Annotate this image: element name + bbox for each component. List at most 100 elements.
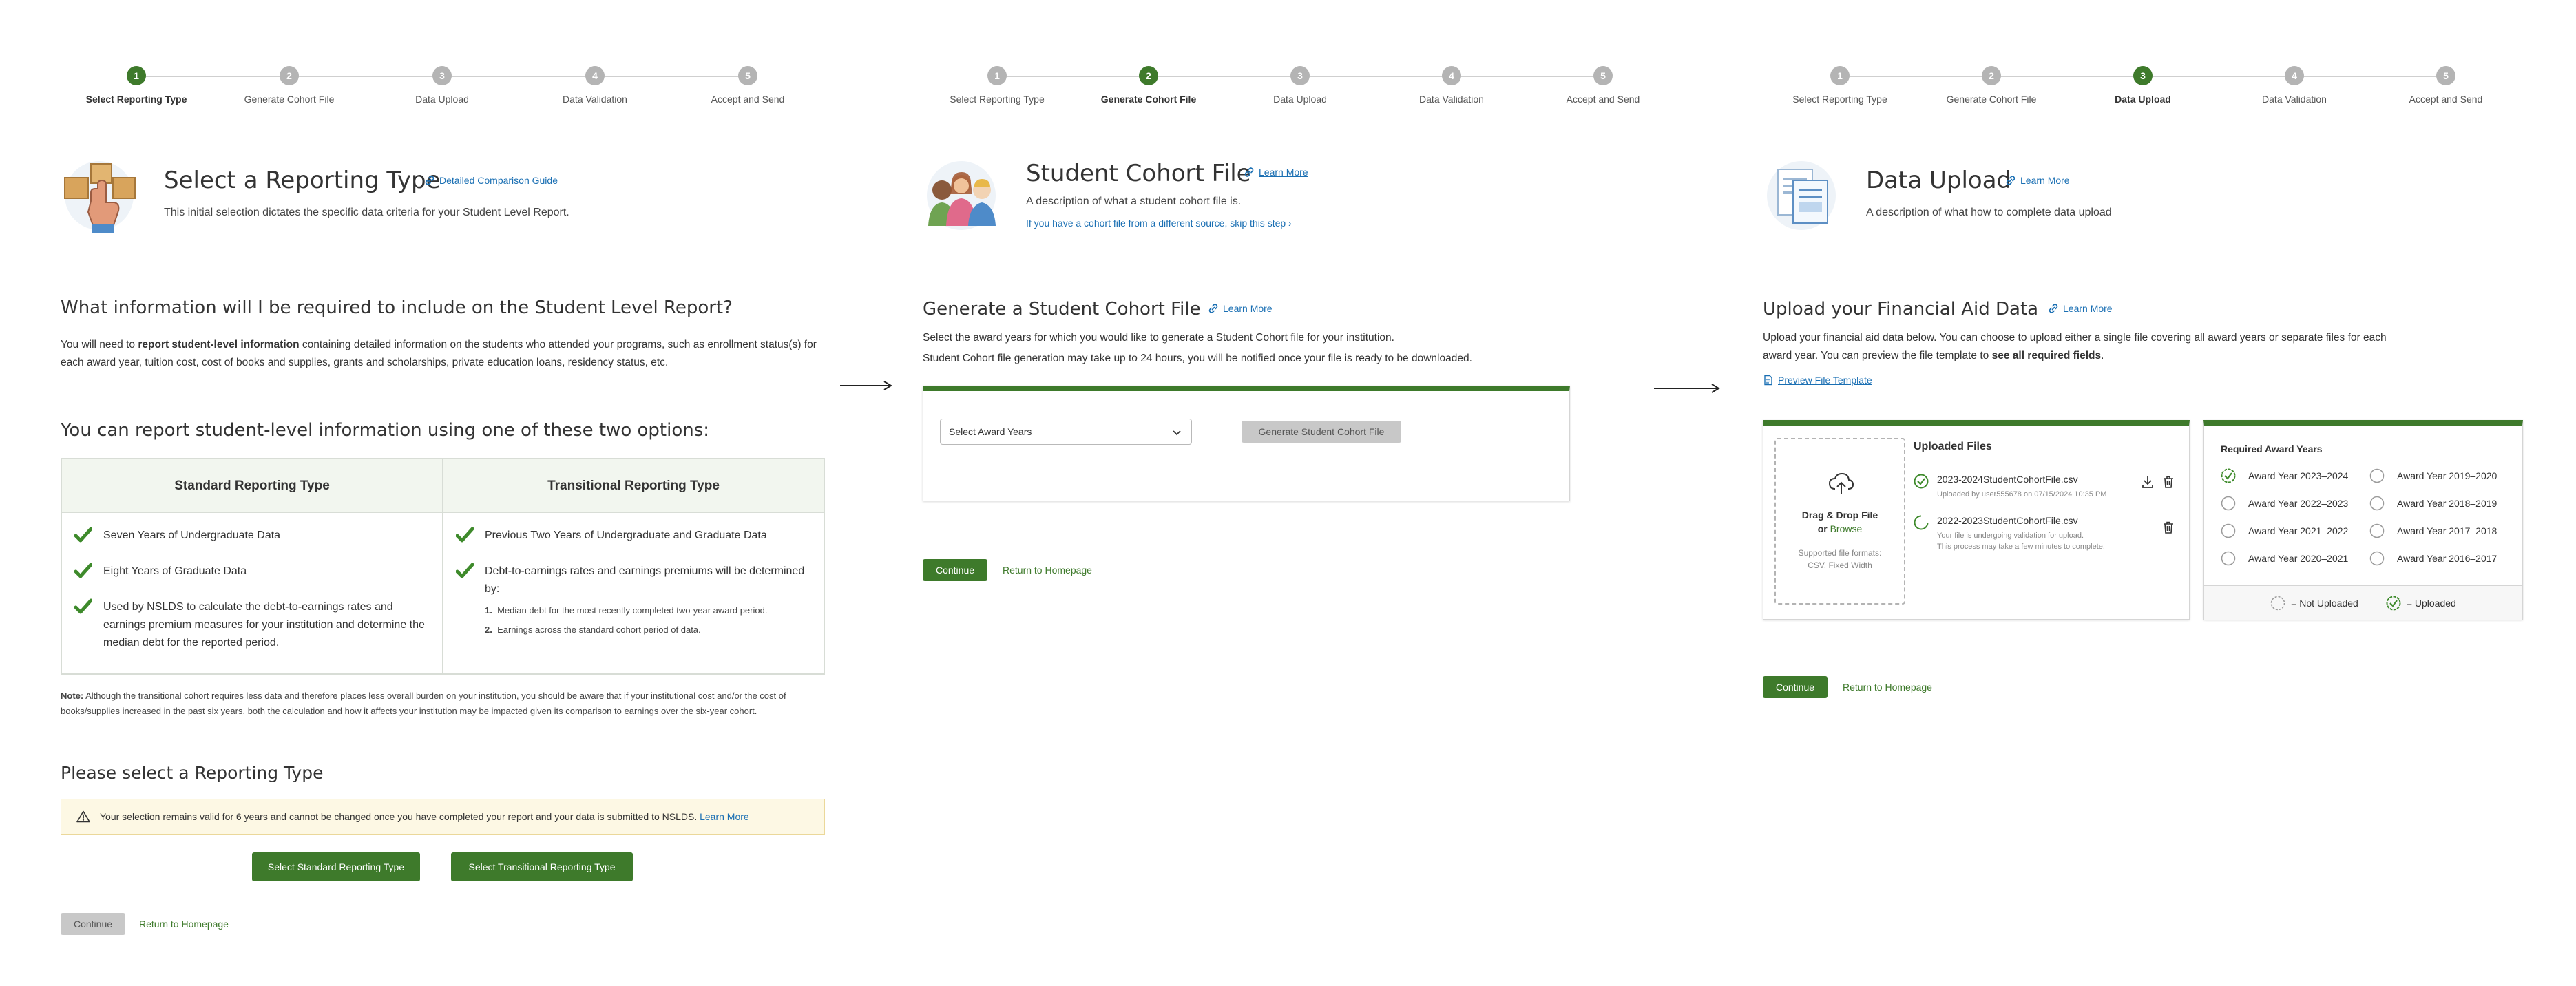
check-icon <box>74 527 92 543</box>
step-2: 2 Generate Cohort File <box>1073 66 1224 105</box>
uploaded-check-icon <box>2221 468 2236 483</box>
alert-learn-more-link[interactable]: Learn More <box>700 811 749 822</box>
note-text: Note: Although the transitional cohort r… <box>61 689 825 719</box>
list-item: Debt-to-earnings rates and earnings prem… <box>456 563 808 640</box>
status-legend: = Not Uploaded = Uploaded <box>2204 585 2522 620</box>
award-year-label: Award Year 2023–2024 <box>2248 470 2349 481</box>
upload-description: Upload your financial aid data below. Yo… <box>1763 329 2410 365</box>
learn-more-link[interactable]: Learn More <box>2005 175 2070 186</box>
check-icon <box>456 527 474 543</box>
select-placeholder: Select Award Years <box>949 426 1032 437</box>
sub-item-text: Earnings across the standard cohort peri… <box>497 625 701 635</box>
award-year-label: Award Year 2016–2017 <box>2397 553 2498 564</box>
select-heading: Please select a Reporting Type <box>61 763 324 783</box>
return-homepage-link[interactable]: Return to Homepage <box>1843 682 1932 693</box>
sub-list: 1. Median debt for the most recently com… <box>485 601 808 640</box>
trash-icon[interactable] <box>2161 521 2175 534</box>
step-number: 3 <box>2133 66 2153 85</box>
info-heading: What information will I be required to i… <box>61 297 733 318</box>
trash-icon[interactable] <box>2161 475 2175 489</box>
step-number: 1 <box>127 66 146 85</box>
link-text[interactable]: Learn More <box>2020 175 2070 186</box>
award-year-label: Award Year 2017–2018 <box>2397 525 2498 536</box>
download-icon[interactable] <box>2141 475 2155 489</box>
students-illustration <box>927 161 996 230</box>
award-year-item: Award Year 2023–2024 <box>2221 468 2348 483</box>
step-2: 2 Generate Cohort File <box>213 66 365 105</box>
step-number: 1 <box>987 66 1007 85</box>
step-label: Select Reporting Type <box>85 94 187 105</box>
text: You will need to <box>61 339 138 350</box>
sub-item-text: Median debt for the most recently comple… <box>497 605 768 616</box>
link-text[interactable]: Preview File Template <box>1778 375 1872 386</box>
bold-text: see all required fields <box>1991 350 2102 361</box>
learn-more-link[interactable]: Learn More <box>1244 167 1308 178</box>
panel-select-reporting-type: 1 Select Reporting Type 2 Generate Cohort … <box>61 0 825 986</box>
link-icon <box>1244 167 1254 177</box>
progress-stepper: 1 Select Reporting Type 2 Generate Cohort … <box>1763 66 2534 107</box>
column-heading: Standard Reporting Type <box>62 459 442 513</box>
dropzone-title: Drag & Drop File or Browse <box>1776 508 1904 536</box>
browse-link[interactable]: Browse <box>1830 523 1863 534</box>
arrow-right-icon <box>840 381 892 390</box>
list-item: Seven Years of Undergraduate Data <box>74 527 427 545</box>
formats-value: CSV, Fixed Width <box>1808 560 1872 570</box>
step-number: 4 <box>585 66 605 85</box>
step-label: Data Validation <box>563 94 627 105</box>
link-text[interactable]: Learn More <box>1259 167 1308 178</box>
return-homepage-link[interactable]: Return to Homepage <box>1003 565 1092 576</box>
step-label: Data Upload <box>1273 94 1327 105</box>
text: . <box>2101 350 2104 361</box>
select-standard-button[interactable]: Select Standard Reporting Type <box>252 852 420 881</box>
sub-list-item: 1. Median debt for the most recently com… <box>485 605 768 616</box>
award-year-label: Award Year 2021–2022 <box>2248 525 2349 536</box>
comparison-table: Standard Reporting Type Seven Years of U… <box>61 458 825 675</box>
validating-spinner-icon <box>1914 515 1929 530</box>
options-heading: You can report student-level information… <box>61 420 710 441</box>
link-text[interactable]: Detailed Comparison Guide <box>439 175 558 186</box>
required-years-heading: Required Award Years <box>2221 443 2323 454</box>
legend-label: = Not Uploaded <box>2291 597 2358 609</box>
award-years-select[interactable]: Select Award Years <box>940 419 1192 445</box>
learn-more-link[interactable]: Learn More <box>1208 303 1273 314</box>
award-year-item: Award Year 2020–2021 <box>2221 551 2348 566</box>
learn-more-link[interactable]: Learn More <box>2048 303 2113 314</box>
step-5: 5 Accept and Send <box>1527 66 1679 105</box>
step-1: 1 Select Reporting Type <box>921 66 1073 105</box>
award-year-item: Award Year 2016–2017 <box>2369 551 2497 566</box>
file-meta-line: This process may take a few minutes to c… <box>1937 543 2105 551</box>
step-number: 1 <box>1830 66 1850 85</box>
preview-template-link[interactable]: Preview File Template <box>1763 375 1872 386</box>
file-row: 2023-2024StudentCohortFile.csv Uploaded … <box>1914 474 2179 508</box>
award-year-item: Award Year 2019–2020 <box>2369 468 2497 483</box>
file-name: 2022-2023StudentCohortFile.csv <box>1937 515 2078 526</box>
not-uploaded-circle-icon <box>2369 523 2385 538</box>
formats-label: Supported file formats: <box>1798 548 1882 558</box>
skip-step-link[interactable]: If you have a cohort file from a differe… <box>1026 218 1292 229</box>
award-year-item: Award Year 2022–2023 <box>2221 496 2348 511</box>
list-item: Eight Years of Graduate Data <box>74 563 427 580</box>
return-homepage-link[interactable]: Return to Homepage <box>139 919 229 930</box>
award-year-item: Award Year 2018–2019 <box>2369 496 2497 511</box>
continue-button[interactable]: Continue <box>1763 676 1828 698</box>
award-year-item: Award Year 2017–2018 <box>2369 523 2497 538</box>
award-year-label: Award Year 2018–2019 <box>2397 498 2498 509</box>
skip-link-text[interactable]: If you have a cohort file from a differe… <box>1026 218 1286 229</box>
continue-button[interactable]: Continue <box>923 559 987 581</box>
award-year-label: Award Year 2019–2020 <box>2397 470 2498 481</box>
step-label: Accept and Send <box>1566 94 1640 105</box>
link-text[interactable]: Learn More <box>2063 303 2113 314</box>
item-text: Previous Two Years of Undergraduate and … <box>485 529 767 541</box>
generate-cohort-button[interactable]: Generate Student Cohort File <box>1242 421 1401 443</box>
check-icon <box>74 563 92 578</box>
select-transitional-button[interactable]: Select Transitional Reporting Type <box>451 852 633 881</box>
upload-heading: Upload your Financial Aid Data <box>1763 299 2039 319</box>
file-name: 2023-2024StudentCohortFile.csv <box>1937 474 2078 485</box>
legend-not-uploaded: = Not Uploaded <box>2270 596 2358 611</box>
file-dropzone[interactable]: Drag & Drop File or Browse Supported file… <box>1774 438 1905 605</box>
continue-button[interactable]: Continue <box>61 913 125 935</box>
step-5: 5 Accept and Send <box>672 66 824 105</box>
link-text[interactable]: Learn More <box>1223 303 1273 314</box>
comparison-guide-link[interactable]: Detailed Comparison Guide <box>424 175 558 186</box>
progress-stepper: 1 Select Reporting Type 2 Generate Cohort … <box>61 66 825 107</box>
